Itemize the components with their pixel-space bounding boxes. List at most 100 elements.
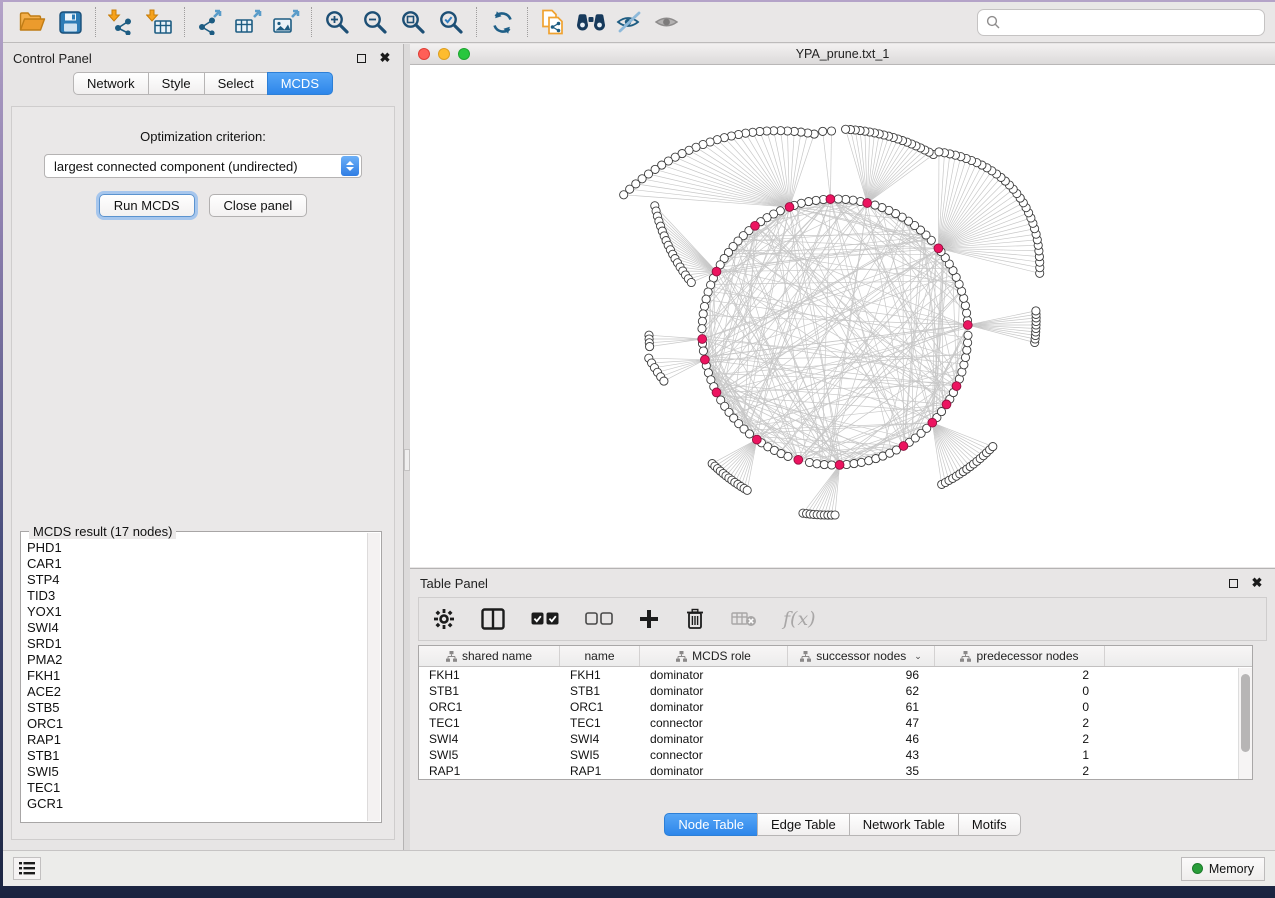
mcds-result-item[interactable]: ORC1 (27, 716, 367, 732)
table-cell[interactable]: 61 (788, 699, 935, 715)
zoom-selected-icon[interactable] (432, 5, 470, 39)
table-scrollbar[interactable] (1238, 668, 1252, 779)
column-header-MCDS-role[interactable]: MCDS role (640, 646, 788, 666)
mcds-result-item[interactable]: SWI5 (27, 764, 367, 780)
table-cell[interactable]: connector (640, 747, 788, 763)
tab-select[interactable]: Select (204, 72, 268, 95)
tab-style[interactable]: Style (148, 72, 205, 95)
table-cell[interactable]: RAP1 (419, 763, 560, 779)
table-cell[interactable]: FKH1 (419, 667, 560, 683)
table-cell[interactable]: FKH1 (560, 667, 640, 683)
task-history-icon[interactable] (13, 857, 41, 880)
graph-node[interactable] (942, 400, 951, 409)
mcds-result-item[interactable]: TEC1 (27, 780, 367, 796)
table-cell[interactable]: STB1 (560, 683, 640, 699)
graph-node[interactable] (835, 461, 844, 470)
table-cell[interactable]: ACE2 (419, 779, 560, 780)
graph-node[interactable] (964, 331, 972, 339)
graph-node[interactable] (745, 430, 753, 438)
graph-node[interactable] (863, 199, 872, 208)
column-header-successor-nodes[interactable]: successor nodes⌄ (788, 646, 935, 666)
graph-node[interactable] (785, 203, 794, 212)
graph-node[interactable] (687, 278, 695, 286)
add-column-icon[interactable] (639, 604, 659, 634)
zoom-fit-icon[interactable] (394, 5, 432, 39)
graph-node[interactable] (842, 125, 850, 133)
table-cell[interactable]: 35 (788, 763, 935, 779)
graph-node[interactable] (813, 460, 821, 468)
table-cell[interactable]: ACE2 (560, 779, 640, 780)
column-header-predecessor-nodes[interactable]: predecessor nodes (935, 646, 1105, 666)
float-panel-icon[interactable] (353, 50, 369, 66)
graph-node[interactable] (850, 460, 858, 468)
table-cell[interactable]: SWI5 (560, 747, 640, 763)
table-cell[interactable]: 43 (788, 747, 935, 763)
table-tab-network-table[interactable]: Network Table (849, 813, 959, 836)
scrollbar-thumb[interactable] (1241, 674, 1250, 752)
graph-node[interactable] (794, 455, 803, 464)
table-cell[interactable]: 2 (935, 715, 1105, 731)
table-cell[interactable]: dominator (640, 683, 788, 699)
table-cell[interactable]: RAP1 (560, 763, 640, 779)
graph-node[interactable] (960, 361, 968, 369)
table-cell[interactable]: connector (640, 715, 788, 731)
graph-node[interactable] (871, 201, 879, 209)
graph-node[interactable] (805, 458, 813, 466)
graph-node[interactable] (819, 127, 827, 135)
network-canvas[interactable] (411, 66, 1274, 566)
select-all-checkboxes-icon[interactable] (531, 604, 559, 634)
table-cell[interactable]: SWI5 (419, 747, 560, 763)
table-cell[interactable]: dominator (640, 667, 788, 683)
mcds-result-item[interactable]: SWI4 (27, 620, 367, 636)
optimization-criterion-select[interactable]: largest connected component (undirected) (44, 154, 362, 178)
graph-node[interactable] (831, 511, 839, 519)
column-header-shared-name[interactable]: shared name (419, 646, 560, 666)
graph-node[interactable] (699, 310, 707, 318)
table-cell[interactable]: SWI4 (419, 731, 560, 747)
table-cell[interactable]: 2 (935, 731, 1105, 747)
mcds-result-item[interactable]: TID3 (27, 588, 367, 604)
search-input[interactable] (1006, 15, 1256, 30)
table-options-icon[interactable] (433, 604, 455, 634)
graph-node[interactable] (834, 195, 842, 203)
close-panel-button[interactable]: Close panel (209, 194, 308, 217)
graph-node[interactable] (934, 244, 943, 253)
table-cell[interactable]: TEC1 (560, 715, 640, 731)
float-table-panel-icon[interactable] (1225, 575, 1241, 591)
graph-node[interactable] (699, 347, 707, 355)
mcds-result-item[interactable]: STB5 (27, 700, 367, 716)
graph-node[interactable] (826, 195, 835, 204)
import-network-icon[interactable] (102, 5, 140, 39)
mcds-result-item[interactable]: RAP1 (27, 732, 367, 748)
graph-node[interactable] (857, 458, 865, 466)
export-network-icon[interactable] (191, 5, 229, 39)
mcds-result-item[interactable]: ACE2 (27, 684, 367, 700)
table-cell[interactable]: STB1 (419, 683, 560, 699)
export-table-icon[interactable] (229, 5, 267, 39)
graph-node[interactable] (743, 486, 751, 494)
table-tab-node-table[interactable]: Node Table (664, 813, 758, 836)
graph-node[interactable] (700, 302, 708, 310)
graph-node[interactable] (805, 198, 813, 206)
mcds-result-item[interactable]: STB1 (27, 748, 367, 764)
graph-node[interactable] (963, 321, 972, 330)
delete-column-icon[interactable] (685, 604, 705, 634)
table-cell[interactable]: 2 (935, 667, 1105, 683)
graph-node[interactable] (827, 127, 835, 135)
network-search-field[interactable] (977, 9, 1265, 36)
first-neighbors-icon[interactable] (572, 5, 610, 39)
graph-node[interactable] (989, 443, 997, 451)
graph-node[interactable] (849, 196, 857, 204)
table-cell[interactable]: dominator (640, 763, 788, 779)
table-cell[interactable]: 1 (935, 779, 1105, 780)
graph-node[interactable] (963, 309, 971, 317)
table-cell[interactable]: connector (640, 779, 788, 780)
table-cell[interactable]: dominator (640, 731, 788, 747)
table-cell[interactable]: 1 (935, 747, 1105, 763)
table-cell[interactable]: ORC1 (419, 699, 560, 715)
graph-node[interactable] (963, 346, 971, 354)
refresh-icon[interactable] (483, 5, 521, 39)
graph-node[interactable] (952, 382, 961, 391)
open-session-icon[interactable] (13, 5, 51, 39)
graph-node[interactable] (812, 196, 820, 204)
